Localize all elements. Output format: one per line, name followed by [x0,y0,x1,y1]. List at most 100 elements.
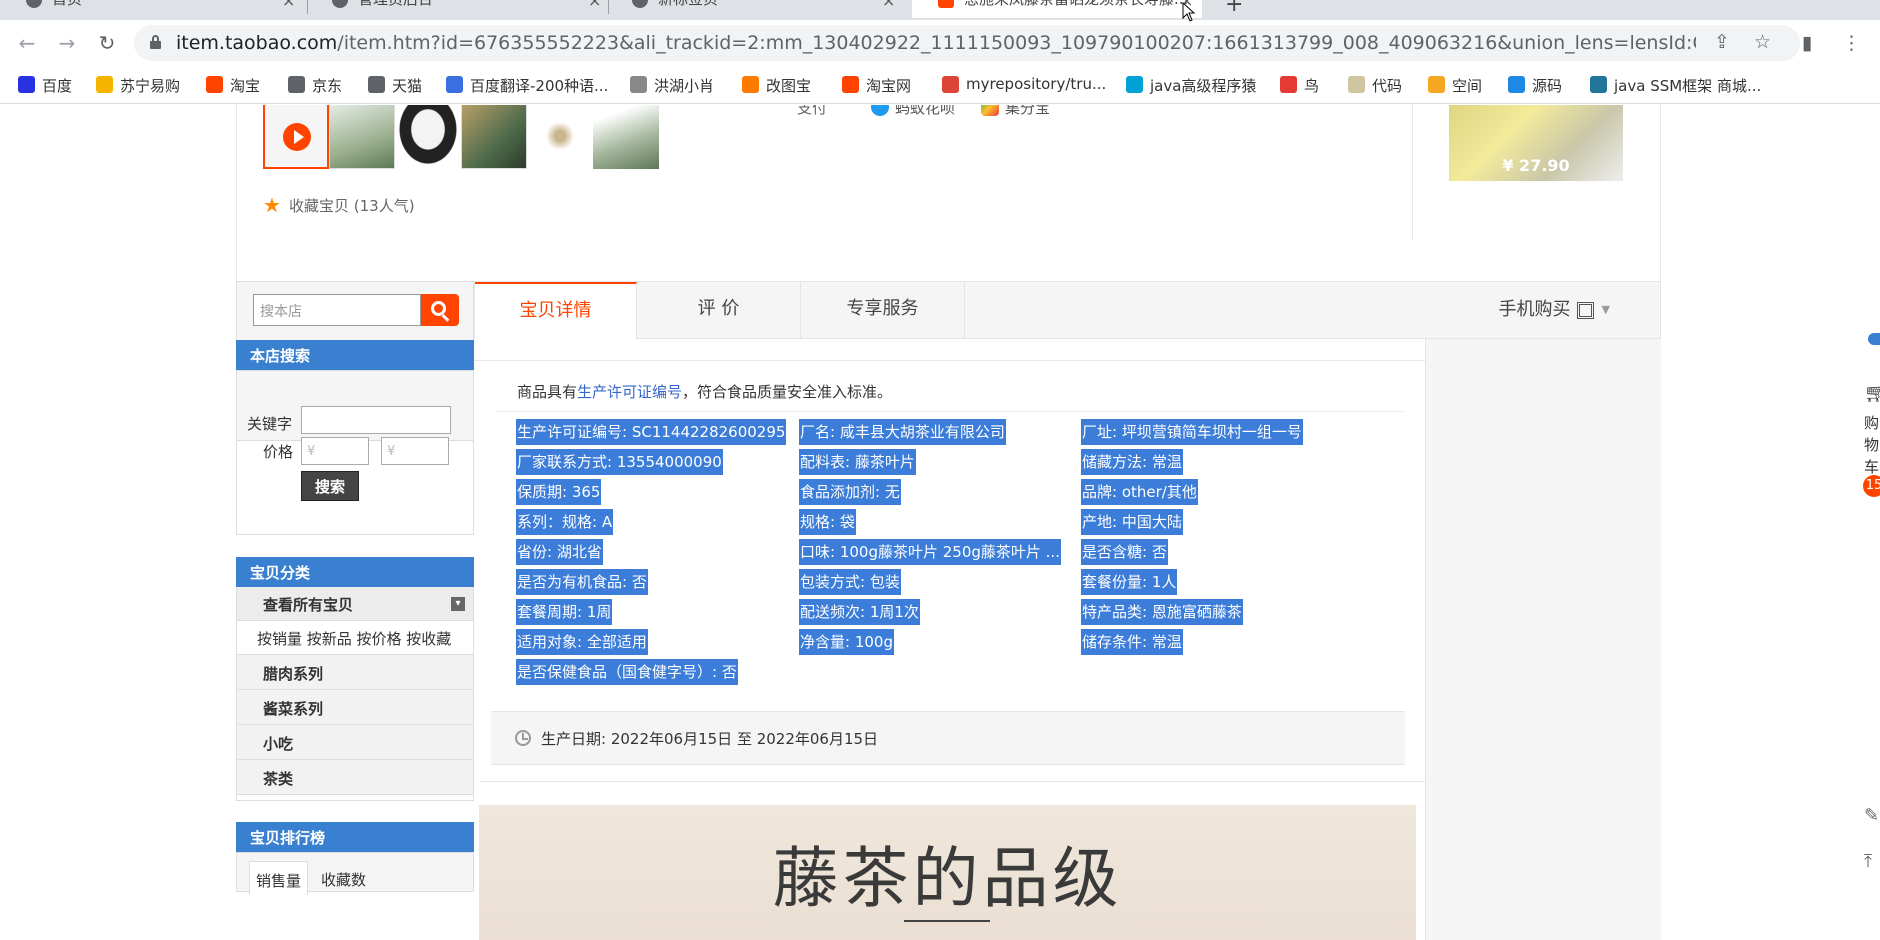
store-search-submit[interactable]: 搜索 [301,471,359,501]
menu-icon[interactable]: ⋮ [1842,32,1861,54]
price-min-input[interactable]: ¥ [301,437,369,465]
bookmark-item[interactable]: java高级程序猿 [1126,75,1256,96]
category-larou[interactable]: 腊肉系列 [237,655,473,690]
browser-tab-strip: 首页 × 管理员后台 × 新标签页 × 恩施来凤藤茶富硒龙须茶长寿藤... × … [0,0,1880,20]
address-bar[interactable]: item.taobao.com/item.htm?id=676355552223… [134,25,1800,61]
category-tea[interactable]: 茶类 [237,760,473,795]
production-date: 生产日期: 2022年06月15日 至 2022年06月15日 [491,711,1405,765]
price-max-input[interactable]: ¥ [381,437,449,465]
edit-icon[interactable]: ✎ [1864,805,1879,826]
category-snacks[interactable]: 小吃 [237,725,473,760]
url-text[interactable]: item.taobao.com/item.htm?id=676355552223… [176,32,1696,54]
reload-button[interactable]: ↻ [92,28,122,58]
collapse-icon[interactable]: ▾ [451,597,465,611]
close-icon[interactable]: × [282,0,295,14]
attribute-item: 适用对象: 全部适用 [516,629,648,655]
bookmark-label: 鸟 [1304,77,1320,95]
attribute-item: 包装方式: 包装 [799,569,901,595]
back-to-top-icon[interactable]: ⤒ [1864,851,1872,872]
shop-search-button[interactable] [421,294,459,326]
detail-tabs: 宝贝详情 评 价 专享服务 手机购买 ▼ [474,281,1661,339]
bookmark-item[interactable]: 淘宝网 [842,75,911,96]
category-jiangcai[interactable]: 酱菜系列 [237,690,473,725]
thumb-image[interactable] [527,105,593,169]
bookmark-label: 改图宝 [766,77,812,95]
rank-tab-sales[interactable]: 销售量 [249,861,309,895]
keyword-input[interactable] [301,406,451,434]
license-link[interactable]: 生产许可证编号 [577,383,682,401]
tab-item-details[interactable]: 宝贝详情 [475,282,637,339]
recommended-item[interactable]: ¥ 27.90 [1449,105,1623,181]
back-button[interactable]: ← [12,28,42,58]
bookmark-item[interactable]: 淘宝 [206,75,260,96]
image-icon [742,76,759,93]
forward-button[interactable]: → [52,28,82,58]
tab-home[interactable]: 首页 × [0,0,302,18]
banner-title: 藤茶的品级 [772,840,1123,917]
shop-search-input[interactable]: 搜本店 [253,294,421,326]
bookmark-item[interactable]: 代码 [1348,75,1402,96]
attribute-item: 净含量: 100g [799,629,894,655]
tab-label: 管理员后台 [358,0,433,8]
bookmark-label: 源码 [1532,77,1563,95]
sidepanel-icon[interactable]: ▮ [1802,32,1812,54]
tab-reviews[interactable]: 评 价 [637,282,801,339]
attribute-item: 系列：规格: A [516,509,614,535]
attribute-item: 厂名: 咸丰县大胡茶业有限公司 [799,419,1006,445]
tab-taobao-item[interactable]: 恩施来凤藤茶富硒龙须茶长寿藤... × [912,0,1202,18]
mobile-buy[interactable]: 手机购买 ▼ [1499,282,1610,338]
leaf-icon [1348,76,1365,93]
bookmark-item[interactable]: 百度 [18,75,72,96]
share-icon[interactable]: ⇪ [1714,31,1730,53]
bookmark-item[interactable]: 京东 [288,75,342,96]
rank-tab-favorites[interactable]: 收藏数 [315,861,372,895]
attribute-item: 特产品类: 恩施富硒藤茶 [1081,599,1243,625]
bookmark-item[interactable]: 空间 [1428,75,1482,96]
bookmark-item[interactable]: 苏宁易购 [96,75,180,96]
bookmark-item[interactable]: 百度翻译-200种语... [446,75,608,96]
fish-icon [1508,76,1525,93]
bookmark-item[interactable]: 洪湖小肖 [630,75,714,96]
tab-admin[interactable]: 管理员后台 × [306,0,608,18]
page-content: ★ 收藏宝贝 (13人气) 支付 蚂蚁花呗 集分宝 ¥ 27.90 搜本店 本店… [0,105,1880,940]
thumb-video[interactable] [263,105,329,169]
attribute-item: 口味: 100g藤茶叶片 250g藤茶叶片 ... [799,539,1061,565]
thumb-image[interactable] [461,105,527,169]
attribute-item: 配送频次: 1周1次 [799,599,920,625]
favorite-link[interactable]: ★ 收藏宝贝 (13人气) [263,193,415,217]
bookmark-item[interactable]: java SSM框架 商城... [1590,75,1761,96]
chat-icon[interactable] [1868,333,1880,345]
bookmark-item[interactable]: myrepository/tru... [942,75,1106,93]
bookmark-item[interactable]: 源码 [1508,75,1562,96]
bookmark-item[interactable]: 鸟 [1280,75,1319,96]
new-tab-button[interactable]: + [1225,0,1243,17]
lion-icon [96,76,113,93]
bookmark-item[interactable]: 天猫 [368,75,422,96]
bird-icon [1280,76,1297,93]
bookmark-label: 百度翻译-200种语... [470,77,609,95]
close-icon[interactable]: × [882,0,895,14]
bookmark-label: 百度 [42,77,73,95]
bookmark-item[interactable]: 改图宝 [742,75,811,96]
bookmark-label: 洪湖小肖 [654,77,715,95]
tab-new[interactable]: 新标签页 × [606,0,908,18]
sort-links[interactable]: 按销量 按新品 按价格 按收藏 [237,621,473,655]
attribute-item: 是否含糖: 否 [1081,539,1168,565]
thumb-image[interactable] [395,105,461,169]
bookmark-label: 空间 [1452,77,1483,95]
thumb-image[interactable] [329,105,395,169]
thumb-image[interactable] [593,105,659,169]
cart-char[interactable]: 购 [1864,412,1879,433]
view-all-items[interactable]: 查看所有宝贝 ▾ [237,587,473,621]
cart-char[interactable]: 物 [1864,434,1879,455]
attribute-item: 规格: 袋 [799,509,856,535]
cart-icon[interactable]: 🛒︎ [1864,383,1880,404]
bookmark-star-icon[interactable]: ☆ [1754,31,1771,53]
close-icon[interactable]: × [588,0,601,14]
bookmark-label: java SSM框架 商城... [1614,77,1762,95]
store-search-title: 本店搜索 [236,340,474,370]
attribute-item: 储存条件: 常温 [1081,629,1183,655]
ranking-tabs: 销售量 收藏数 [236,852,474,895]
tab-services[interactable]: 专享服务 [801,282,965,339]
cart-char[interactable]: 车 [1864,456,1879,477]
